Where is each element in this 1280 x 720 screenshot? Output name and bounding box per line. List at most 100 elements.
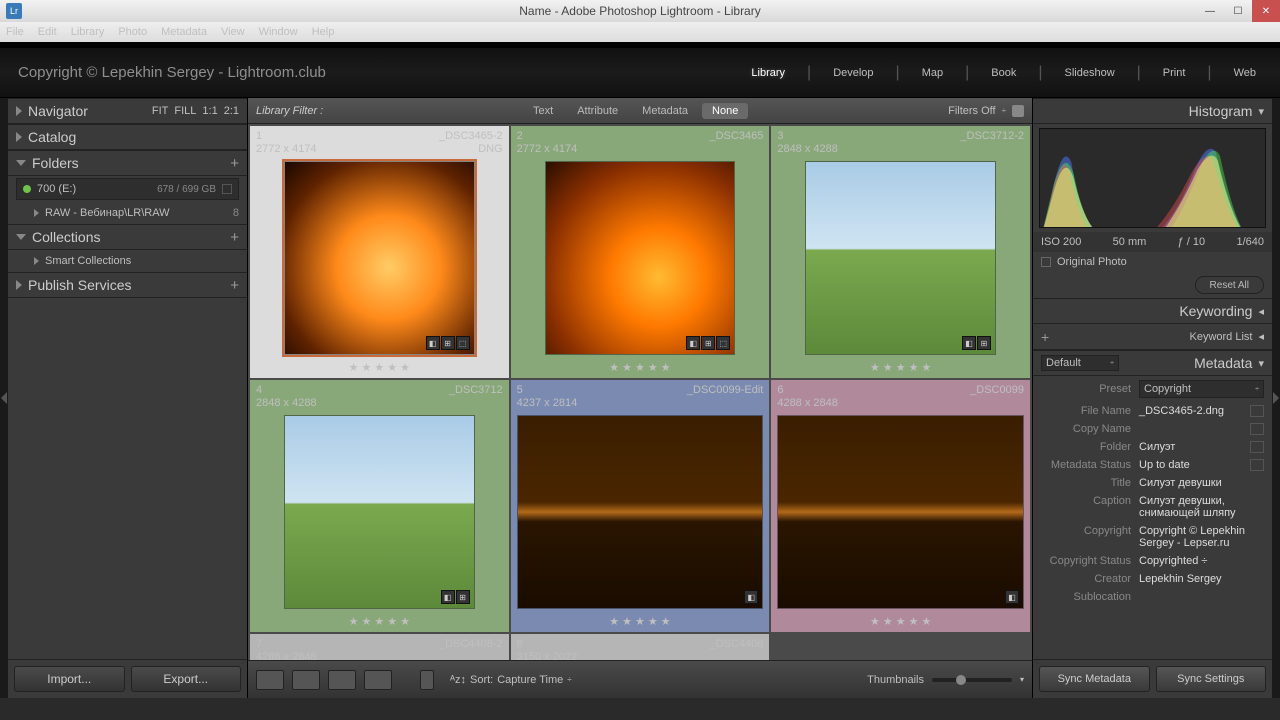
sort-az-icon[interactable]: ᴬᴢ↕: [450, 674, 466, 686]
add-keyword-icon[interactable]: +: [1041, 329, 1049, 345]
thumb-badge-icon[interactable]: ⊞: [977, 336, 991, 350]
filter-tab-attribute[interactable]: Attribute: [567, 103, 628, 119]
minimize-button[interactable]: —: [1196, 0, 1224, 22]
metadata-value[interactable]: _DSC3465-2.dng: [1139, 405, 1246, 417]
view-loupe-button[interactable]: [292, 670, 320, 690]
module-develop[interactable]: Develop: [827, 67, 879, 79]
thumb-badge-icon[interactable]: ◧: [441, 590, 455, 604]
thumb-badge-icon[interactable]: ⊞: [441, 336, 455, 350]
sync-metadata-button[interactable]: Sync Metadata: [1039, 666, 1150, 692]
import-button[interactable]: Import...: [14, 666, 125, 692]
rating-stars[interactable]: ★★★★★: [517, 615, 764, 628]
metadata-panel-header[interactable]: Default÷ Metadata▾: [1033, 350, 1272, 376]
goto-icon[interactable]: [1250, 423, 1264, 435]
thumbnail-cell[interactable]: 5_DSC0099-Edit4237 x 2814◧★★★★★: [511, 380, 770, 632]
nav-mode-fit[interactable]: FIT: [152, 105, 169, 117]
thumb-badge-icon[interactable]: ◧: [744, 590, 758, 604]
thumbnail-cell[interactable]: 1_DSC3465-22772 x 4174DNG◧⊞⬚★★★★★: [250, 126, 509, 378]
thumb-badge-icon[interactable]: ⬚: [716, 336, 730, 350]
menu-edit[interactable]: Edit: [38, 26, 57, 38]
thumbnail-image[interactable]: ◧⊞: [805, 161, 996, 355]
thumbnail-image[interactable]: ◧⊞⬚: [545, 161, 736, 355]
close-button[interactable]: ✕: [1252, 0, 1280, 22]
metadata-value[interactable]: Силуэт: [1139, 441, 1246, 453]
right-panel-edge[interactable]: [1272, 98, 1280, 698]
module-library[interactable]: Library: [745, 67, 791, 79]
metadata-value[interactable]: Силуэт девушки, снимающей шляпу: [1139, 495, 1264, 519]
menu-library[interactable]: Library: [71, 26, 105, 38]
menu-file[interactable]: File: [6, 26, 24, 38]
thumb-badge-icon[interactable]: ⊞: [701, 336, 715, 350]
menu-window[interactable]: Window: [259, 26, 298, 38]
original-photo-toggle[interactable]: Original Photo: [1033, 252, 1272, 272]
nav-mode-1:1[interactable]: 1:1: [202, 105, 217, 117]
filters-off[interactable]: Filters Off: [948, 105, 995, 117]
thumb-badge-icon[interactable]: ◧: [962, 336, 976, 350]
add-collection-icon[interactable]: +: [230, 229, 239, 246]
maximize-button[interactable]: ☐: [1224, 0, 1252, 22]
thumbnail-cell[interactable]: 4_DSC37122848 x 4288◧⊞★★★★★: [250, 380, 509, 632]
left-panel-edge[interactable]: [0, 98, 8, 698]
folder-item[interactable]: RAW - Вебинар\LR\RAW8: [8, 202, 247, 224]
module-print[interactable]: Print: [1157, 67, 1192, 79]
view-survey-button[interactable]: [364, 670, 392, 690]
view-grid-button[interactable]: [256, 670, 284, 690]
thumb-badge-icon[interactable]: ◧: [1005, 590, 1019, 604]
filter-tab-text[interactable]: Text: [523, 103, 563, 119]
module-book[interactable]: Book: [985, 67, 1022, 79]
rating-stars[interactable]: ★★★★★: [777, 361, 1024, 374]
thumbnail-image[interactable]: ◧⊞: [284, 415, 475, 609]
collection-item[interactable]: Smart Collections: [8, 250, 247, 272]
nav-mode-2:1[interactable]: 2:1: [224, 105, 239, 117]
metadata-value[interactable]: Copyright © Lepekhin Sergey - Lepser.ru: [1139, 525, 1264, 549]
reset-all-button[interactable]: Reset All: [1195, 276, 1264, 294]
thumbnail-cell[interactable]: 6_DSC00994288 x 2848◧★★★★★: [771, 380, 1030, 632]
thumb-badge-icon[interactable]: ◧: [686, 336, 700, 350]
menu-help[interactable]: Help: [312, 26, 335, 38]
metadata-value[interactable]: Lepekhin Sergey: [1139, 573, 1264, 585]
add-publish-icon[interactable]: +: [230, 277, 239, 294]
thumbnail-cell[interactable]: 8_DSC44083150 x 2022★★★★★: [511, 634, 770, 660]
sort-value[interactable]: Capture Time: [497, 674, 563, 686]
thumb-badge-icon[interactable]: ⊞: [456, 590, 470, 604]
nav-mode-fill[interactable]: FILL: [174, 105, 196, 117]
painter-icon[interactable]: [420, 670, 434, 690]
keywording-panel-header[interactable]: Keywording◂: [1033, 298, 1272, 324]
navigator-panel-header[interactable]: Navigator FITFILL1:12:1: [8, 98, 247, 124]
collections-panel-header[interactable]: Collections+: [8, 224, 247, 250]
menu-view[interactable]: View: [221, 26, 245, 38]
keyword-list-header[interactable]: +Keyword List◂: [1033, 324, 1272, 350]
metadata-value[interactable]: Up to date: [1139, 459, 1246, 471]
thumbnail-image[interactable]: ◧⊞⬚: [284, 161, 475, 355]
thumb-dropdown-icon[interactable]: ▾: [1020, 675, 1024, 684]
view-compare-button[interactable]: [328, 670, 356, 690]
goto-icon[interactable]: [1250, 459, 1264, 471]
menu-metadata[interactable]: Metadata: [161, 26, 207, 38]
thumb-badge-icon[interactable]: ⬚: [456, 336, 470, 350]
thumbnail-cell[interactable]: 2_DSC34652772 x 4174◧⊞⬚★★★★★: [511, 126, 770, 378]
drive-dropdown-icon[interactable]: [222, 184, 232, 194]
export-button[interactable]: Export...: [131, 666, 242, 692]
publish-panel-header[interactable]: Publish Services+: [8, 272, 247, 298]
goto-icon[interactable]: [1250, 441, 1264, 453]
filter-lock-icon[interactable]: [1012, 105, 1024, 117]
preset-dropdown[interactable]: Copyright÷: [1139, 380, 1264, 398]
thumbnail-image[interactable]: ◧: [517, 415, 764, 609]
goto-icon[interactable]: [1250, 405, 1264, 417]
module-slideshow[interactable]: Slideshow: [1059, 67, 1121, 79]
metadata-value[interactable]: Copyrighted ÷: [1139, 555, 1264, 567]
metadata-set-dropdown[interactable]: Default÷: [1041, 355, 1119, 371]
rating-stars[interactable]: ★★★★★: [777, 615, 1024, 628]
filter-tab-metadata[interactable]: Metadata: [632, 103, 698, 119]
menu-photo[interactable]: Photo: [118, 26, 147, 38]
rating-stars[interactable]: ★★★★★: [256, 361, 503, 374]
catalog-panel-header[interactable]: Catalog: [8, 124, 247, 150]
sync-settings-button[interactable]: Sync Settings: [1156, 666, 1267, 692]
thumbnail-cell[interactable]: 7_DSC4408-24288 x 2848★★★★★: [250, 634, 509, 660]
thumb-badge-icon[interactable]: ◧: [426, 336, 440, 350]
module-web[interactable]: Web: [1228, 67, 1262, 79]
thumbnail-cell[interactable]: 3_DSC3712-22848 x 4288◧⊞★★★★★: [771, 126, 1030, 378]
rating-stars[interactable]: ★★★★★: [517, 361, 764, 374]
rating-stars[interactable]: ★★★★★: [256, 615, 503, 628]
thumbnail-image[interactable]: ◧: [777, 415, 1024, 609]
